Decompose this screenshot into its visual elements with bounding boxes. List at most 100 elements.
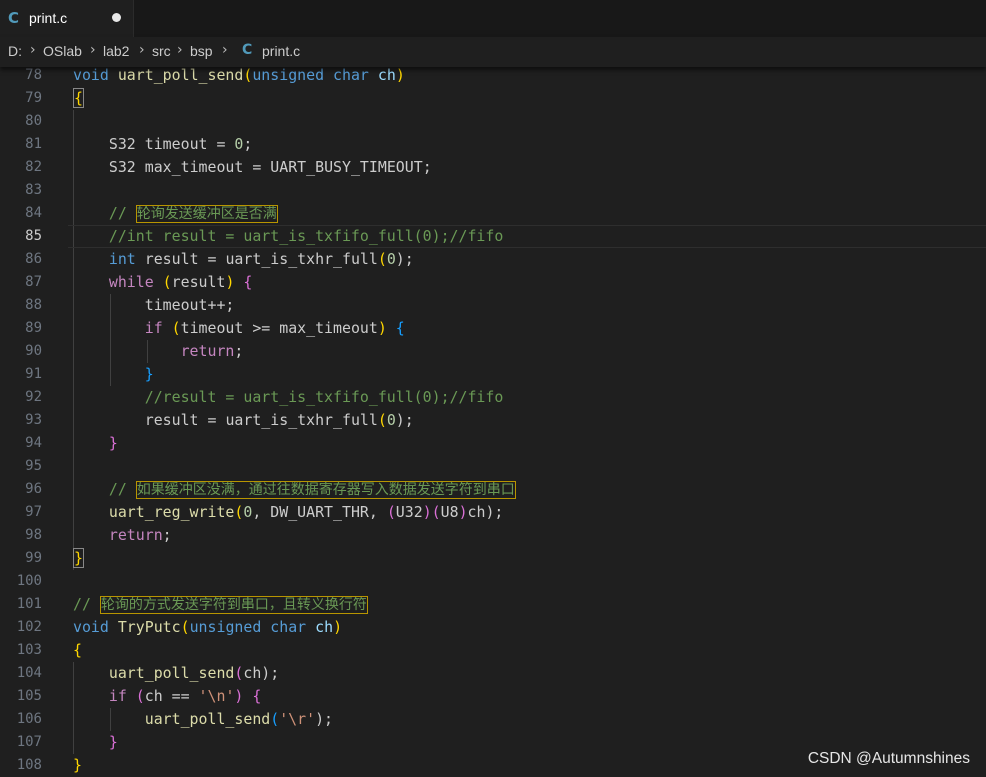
code-line[interactable]: 99 } <box>0 547 986 570</box>
chevron-right-icon: › <box>30 42 36 58</box>
line-number: 91 <box>25 366 42 382</box>
chevron-right-icon: › <box>222 42 228 58</box>
unicode-highlight: 如果缓冲区没满，通过往数据寄存器写入数据发送字符到串口 <box>135 481 516 499</box>
line-code: } <box>108 434 118 452</box>
line-code: { <box>73 641 82 659</box>
watermark: CSDN @Autumnshines <box>807 750 970 767</box>
line-code: void TryPutc(unsigned char ch) <box>73 618 343 636</box>
line-code: void uart_poll_send(unsigned char ch) <box>73 66 405 84</box>
line-code: return; <box>108 526 172 544</box>
line-code: S32 max_timeout = UART_BUSY_TIMEOUT; <box>108 158 432 176</box>
code-line[interactable]: 90 return; <box>0 340 986 363</box>
line-number: 87 <box>25 274 42 290</box>
line-number: 106 <box>16 711 42 727</box>
line-code: // 如果缓冲区没满，通过往数据寄存器写入数据发送字符到串口 <box>108 480 516 499</box>
line-number: 90 <box>25 343 42 359</box>
code-line[interactable]: 87 while (result) { <box>0 271 986 294</box>
code-line[interactable]: 86 int result = uart_is_txhr_full(0); <box>0 248 986 271</box>
line-code: } <box>73 548 84 568</box>
line-code: uart_poll_send(ch); <box>108 664 280 682</box>
line-number: 84 <box>25 205 42 221</box>
line-number: 99 <box>25 550 42 566</box>
code-line[interactable]: 79 { <box>0 87 986 110</box>
tab-filename: print.c <box>29 10 68 26</box>
code-line[interactable]: 100 <box>0 570 986 593</box>
tab-print-c[interactable]: C print.c <box>0 0 134 37</box>
line-number: 107 <box>16 734 42 750</box>
line-code: timeout++; <box>144 296 235 314</box>
breadcrumb-oslab[interactable]: OSlab <box>43 43 82 59</box>
line-code: while (result) { <box>108 273 253 291</box>
code-line[interactable]: 104 uart_poll_send(ch); <box>0 662 986 685</box>
breadcrumb-src[interactable]: src <box>152 43 171 59</box>
code-line[interactable]: 78 void uart_poll_send(unsigned char ch) <box>0 64 986 87</box>
line-number: 78 <box>25 67 42 83</box>
code-line[interactable]: 93 result = uart_is_txhr_full(0); <box>0 409 986 432</box>
code-line[interactable]: 84 // 轮询发送缓冲区是否满 <box>0 202 986 225</box>
line-number: 81 <box>25 136 42 152</box>
code-line[interactable]: 88 timeout++; <box>0 294 986 317</box>
code-line[interactable]: 103 { <box>0 639 986 662</box>
line-number: 101 <box>16 596 42 612</box>
line-code: uart_reg_write(0, DW_UART_THR, (U32)(U8)… <box>108 503 504 521</box>
code-line[interactable]: 105 if (ch == '\n') { <box>0 685 986 708</box>
code-line[interactable]: 101 // 轮询的方式发送字符到串口，且转义换行符 <box>0 593 986 616</box>
code-line[interactable]: 91 } <box>0 363 986 386</box>
code-line[interactable]: 89 if (timeout >= max_timeout) { <box>0 317 986 340</box>
line-number: 108 <box>16 757 42 773</box>
line-code: } <box>108 733 118 751</box>
code-line[interactable]: 83 <box>0 179 986 202</box>
line-code: uart_poll_send('\r'); <box>144 710 334 728</box>
line-number: 97 <box>25 504 42 520</box>
breadcrumb: D: › OSlab › lab2 › src › bsp › C print.… <box>0 37 986 67</box>
code-line[interactable]: 92 //result = uart_is_txfifo_full(0);//f… <box>0 386 986 409</box>
code-editor[interactable]: 78 void uart_poll_send(unsigned char ch)… <box>0 64 986 776</box>
breadcrumb-bsp[interactable]: bsp <box>190 43 213 59</box>
line-number: 89 <box>25 320 42 336</box>
line-number: 86 <box>25 251 42 267</box>
line-number: 85 <box>25 228 42 244</box>
line-number: 88 <box>25 297 42 313</box>
line-code: // 轮询的方式发送字符到串口，且转义换行符 <box>73 595 368 614</box>
chevron-right-icon: › <box>139 42 145 58</box>
line-number: 93 <box>25 412 42 428</box>
line-number: 105 <box>16 688 42 704</box>
code-line[interactable]: 97 uart_reg_write(0, DW_UART_THR, (U32)(… <box>0 501 986 524</box>
code-line[interactable]: 106 uart_poll_send('\r'); <box>0 708 986 731</box>
code-line[interactable]: 94 } <box>0 432 986 455</box>
code-line[interactable]: 96 // 如果缓冲区没满，通过往数据寄存器写入数据发送字符到串口 <box>0 478 986 501</box>
code-line[interactable]: 102 void TryPutc(unsigned char ch) <box>0 616 986 639</box>
code-line[interactable]: 95 <box>0 455 986 478</box>
code-line[interactable]: 98 return; <box>0 524 986 547</box>
line-code: //int result = uart_is_txfifo_full(0);//… <box>108 227 504 245</box>
line-number: 82 <box>25 159 42 175</box>
code-line[interactable]: 81 S32 timeout = 0; <box>0 133 986 156</box>
tab-bar: C print.c <box>0 0 986 37</box>
line-code: } <box>144 365 154 383</box>
line-number: 103 <box>16 642 42 658</box>
line-number: 102 <box>16 619 42 635</box>
line-code: S32 timeout = 0; <box>108 135 253 153</box>
code-line[interactable]: 82 S32 max_timeout = UART_BUSY_TIMEOUT; <box>0 156 986 179</box>
line-number: 98 <box>25 527 42 543</box>
breadcrumb-file[interactable]: print.c <box>262 43 300 59</box>
code-line[interactable]: 80 <box>0 110 986 133</box>
code-line-current[interactable]: 85 //int result = uart_is_txfifo_full(0)… <box>0 225 986 248</box>
line-number: 94 <box>25 435 42 451</box>
c-language-icon: C <box>242 42 253 58</box>
chevron-right-icon: › <box>177 42 183 58</box>
unsaved-dot-icon[interactable] <box>112 13 121 22</box>
c-language-icon: C <box>8 9 20 27</box>
line-number: 95 <box>25 458 42 474</box>
line-code: //result = uart_is_txfifo_full(0);//fifo <box>144 388 504 406</box>
line-number: 96 <box>25 481 42 497</box>
line-number: 80 <box>25 113 42 129</box>
line-code: result = uart_is_txhr_full(0); <box>144 411 414 429</box>
unicode-highlight: 轮询发送缓冲区是否满 <box>135 205 278 223</box>
line-code: { <box>73 88 84 108</box>
breadcrumb-lab2[interactable]: lab2 <box>103 43 129 59</box>
line-number: 100 <box>16 573 42 589</box>
breadcrumb-drive[interactable]: D: <box>8 43 22 59</box>
line-code: return; <box>180 342 244 360</box>
chevron-right-icon: › <box>90 42 96 58</box>
